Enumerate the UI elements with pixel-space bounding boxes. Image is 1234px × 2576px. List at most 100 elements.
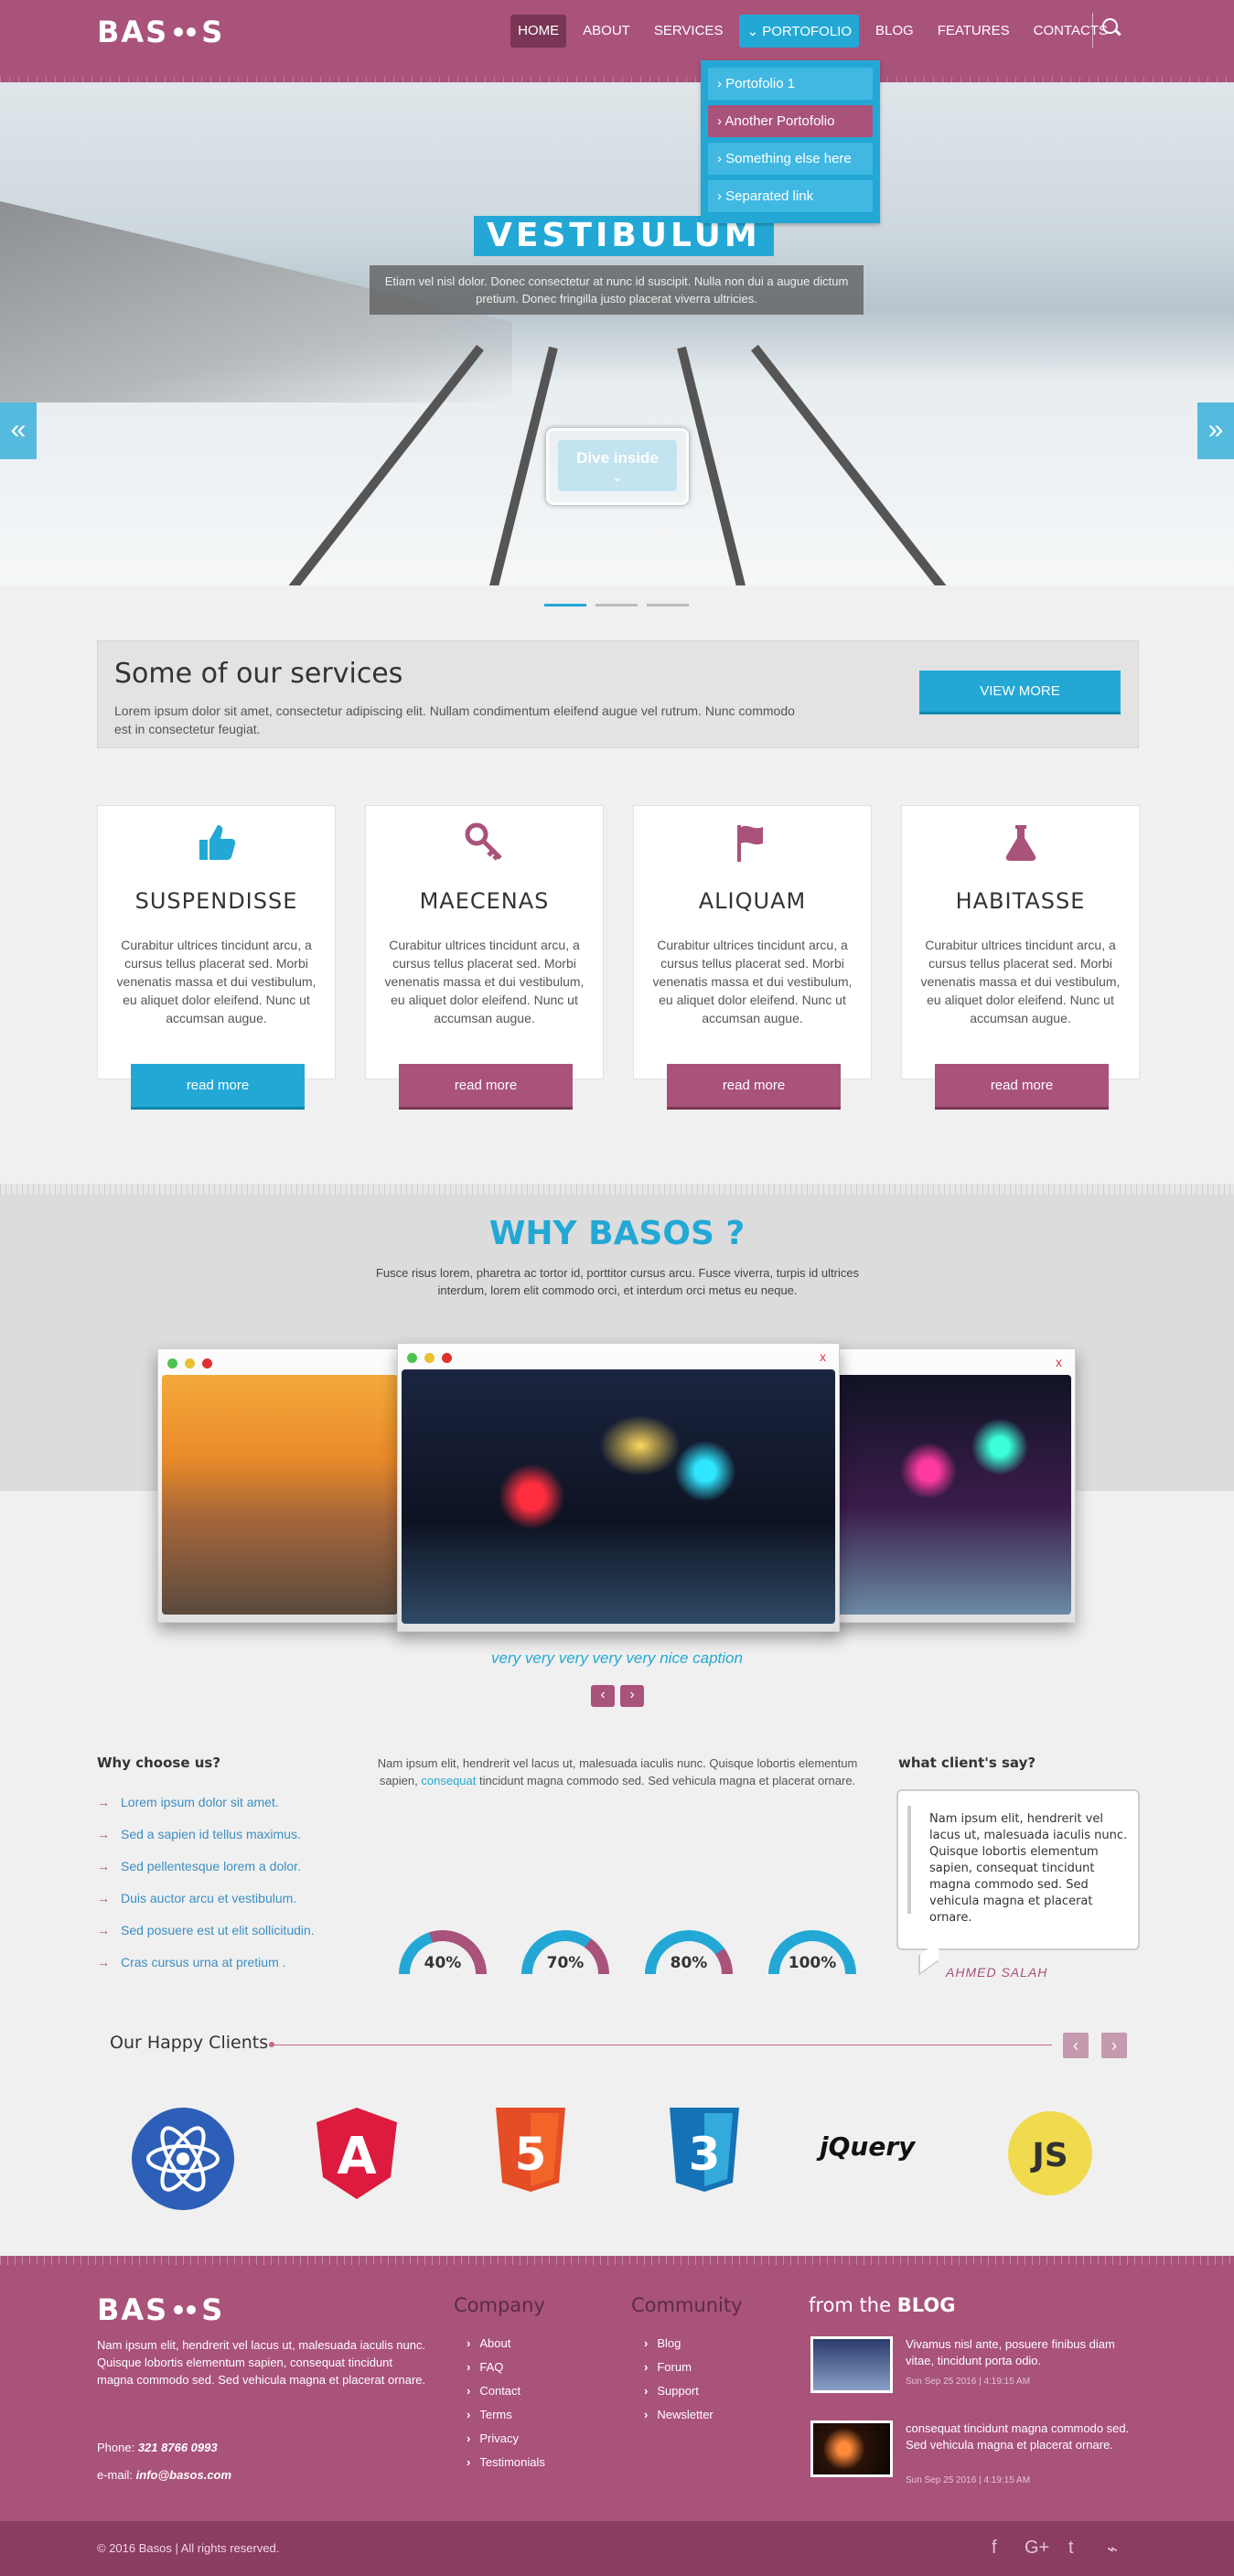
footer-link-blog[interactable]: › Blog xyxy=(644,2336,714,2360)
testimonial-text: Nam ipsum elit, hendrerit vel lacus ut, … xyxy=(929,1812,1128,1925)
arrow-right-icon: → xyxy=(97,1891,110,1905)
card-text: Curabitur ultrices tincidunt arcu, a cur… xyxy=(116,938,317,1025)
quote-bar-decoration xyxy=(907,1806,911,1914)
city-night-photo xyxy=(833,1375,1071,1615)
slider-indicators xyxy=(544,604,689,606)
footer-link-faq[interactable]: › FAQ xyxy=(467,2360,545,2384)
nav-about[interactable]: ABOUT xyxy=(575,15,638,48)
view-more-button[interactable]: VIEW MORE xyxy=(919,671,1121,714)
consequat-link[interactable]: consequat xyxy=(421,1774,476,1787)
read-more-button[interactable]: read more xyxy=(935,1064,1109,1110)
footer-link-contact[interactable]: › Contact xyxy=(467,2384,545,2408)
svg-text:JS: JS xyxy=(1029,2137,1068,2174)
footer: BAS S Nam ipsum elit, hendrerit vel lacus… xyxy=(0,2256,1234,2521)
slider-indicator[interactable] xyxy=(596,604,638,606)
progress-gauge: 70% xyxy=(521,1930,609,1976)
window-controls xyxy=(167,1358,212,1368)
dropdown-item-another-portofolio[interactable]: › Another Portofolio xyxy=(708,105,873,137)
react-logo-icon[interactable] xyxy=(128,2104,238,2214)
slider-indicator[interactable] xyxy=(647,604,689,606)
footer-email[interactable]: e-mail: info@basos.com xyxy=(97,2468,231,2482)
caret-down-icon: ⌄ xyxy=(746,24,759,39)
read-more-button[interactable]: read more xyxy=(131,1064,305,1110)
showcase-prev-icon[interactable]: ‹ xyxy=(591,1685,615,1707)
arrow-right-icon: → xyxy=(97,1827,110,1841)
brand-logo[interactable]: BAS S xyxy=(97,15,224,49)
hero-text: Etiam vel nisl dolor. Donec consectetur … xyxy=(370,265,864,315)
neon-street-photo xyxy=(402,1369,835,1624)
dropdown-item-separated-link[interactable]: › Separated link xyxy=(708,180,873,212)
clients-title: Our Happy Clients xyxy=(110,2033,269,2053)
angular-logo-icon[interactable]: A xyxy=(311,2104,402,2205)
middle-text: Nam ipsum elit, hendrerit vel lacus ut, … xyxy=(377,1756,858,1787)
close-icon[interactable]: x xyxy=(820,1349,826,1364)
company-links: › About › FAQ › Contact › Terms › Privacy › Te… xyxy=(467,2336,545,2479)
card-title: MAECENAS xyxy=(419,888,550,914)
nav-services[interactable]: SERVICES xyxy=(647,15,731,48)
javascript-logo-icon[interactable]: JS xyxy=(1006,2109,1094,2197)
slider-next-arrow-icon[interactable]: » xyxy=(1197,402,1234,459)
footer-link-privacy[interactable]: › Privacy xyxy=(467,2431,545,2455)
clients-next-icon[interactable]: › xyxy=(1101,2033,1127,2058)
nav-home[interactable]: HOME xyxy=(510,15,567,48)
dropdown-item-portofolio-1[interactable]: › Portofolio 1 xyxy=(708,68,873,100)
showcase-window-right[interactable]: x xyxy=(829,1348,1076,1623)
logo-eyes-icon xyxy=(174,27,197,37)
css3-logo-icon[interactable]: 3 xyxy=(666,2104,743,2195)
showcase-next-icon[interactable]: › xyxy=(620,1685,644,1707)
showcase-window-center[interactable]: x xyxy=(397,1343,840,1632)
services-text: Lorem ipsum dolor sit amet, consectetur … xyxy=(114,703,795,736)
showcase-caption: very very very very very nice caption xyxy=(491,1649,743,1667)
why-ruler-decoration xyxy=(0,1184,1234,1195)
close-icon[interactable]: x xyxy=(1056,1355,1062,1369)
logo-text-right: S xyxy=(201,15,225,49)
blog-thumbnail xyxy=(810,2420,893,2477)
footer-link-testimonials[interactable]: › Testimonials xyxy=(467,2455,545,2479)
flask-icon xyxy=(902,806,1139,879)
nav-divider xyxy=(1092,13,1093,48)
list-item[interactable]: → Cras cursus urna at pretium . xyxy=(97,1955,315,1987)
list-item[interactable]: → Sed a sapien id tellus maximus. xyxy=(97,1827,315,1859)
list-item[interactable]: → Sed pellentesque lorem a dolor. xyxy=(97,1859,315,1891)
nav-portofolio[interactable]: ⌄ PORTOFOLIO xyxy=(739,15,860,48)
list-item[interactable]: → Lorem ipsum dolor sit amet. xyxy=(97,1795,315,1827)
rss-icon[interactable]: ⌁ xyxy=(1107,2538,1118,2560)
arrow-right-icon: → xyxy=(97,1955,110,1970)
google-plus-icon[interactable]: G+ xyxy=(1025,2538,1049,2559)
nav-features[interactable]: FEATURES xyxy=(930,15,1017,48)
blog-post-text: Vivamus nisl ante, posuere finibus diam … xyxy=(906,2337,1115,2367)
dive-inside-button[interactable]: Dive inside ⌄ xyxy=(558,440,677,491)
bottom-bar: © 2016 Basos | All rights reserved. f G+… xyxy=(0,2521,1234,2576)
nav-blog[interactable]: BLOG xyxy=(868,15,921,48)
service-card: SUSPENDISSE Curabitur ultrices tincidunt… xyxy=(97,805,336,1110)
footer-link-support[interactable]: › Support xyxy=(644,2384,714,2408)
html5-logo-icon[interactable]: 5 xyxy=(492,2104,569,2195)
showcase-window-left[interactable] xyxy=(157,1348,402,1623)
jquery-logo-icon[interactable]: jQuery xyxy=(820,2131,915,2162)
hero-slider: « » xyxy=(0,82,1234,585)
progress-gauge: 100% xyxy=(768,1930,856,1976)
key-icon xyxy=(366,806,603,879)
flag-icon xyxy=(634,806,871,879)
bubble-tail-decoration xyxy=(918,1941,939,1976)
clients-prev-icon[interactable]: ‹ xyxy=(1063,2033,1089,2058)
why-subtitle: Fusce risus lorem, pharetra ac tortor id… xyxy=(375,1266,860,1297)
footer-link-forum[interactable]: › Forum xyxy=(644,2360,714,2384)
footer-link-newsletter[interactable]: › Newsletter xyxy=(644,2408,714,2431)
read-more-button[interactable]: read more xyxy=(667,1064,841,1110)
footer-link-terms[interactable]: › Terms xyxy=(467,2408,545,2431)
list-item[interactable]: → Sed posuere est ut elit sollicitudin. xyxy=(97,1923,315,1955)
read-more-button[interactable]: read more xyxy=(399,1064,573,1110)
list-item[interactable]: → Duis auctor arcu et vestibulum. xyxy=(97,1891,315,1923)
footer-link-about[interactable]: › About xyxy=(467,2336,545,2360)
footer-logo[interactable]: BAS S xyxy=(97,2292,224,2327)
facebook-icon[interactable]: f xyxy=(992,2538,997,2559)
search-icon[interactable] xyxy=(1102,18,1122,38)
progress-gauge: 80% xyxy=(645,1930,733,1976)
arrow-right-icon: → xyxy=(97,1923,110,1937)
card-text: Curabitur ultrices tincidunt arcu, a cur… xyxy=(652,938,853,1025)
slider-indicator[interactable] xyxy=(544,604,586,606)
slider-prev-arrow-icon[interactable]: « xyxy=(0,402,37,459)
twitter-icon[interactable]: t xyxy=(1068,2538,1074,2559)
dropdown-item-something-else[interactable]: › Something else here xyxy=(708,143,873,175)
